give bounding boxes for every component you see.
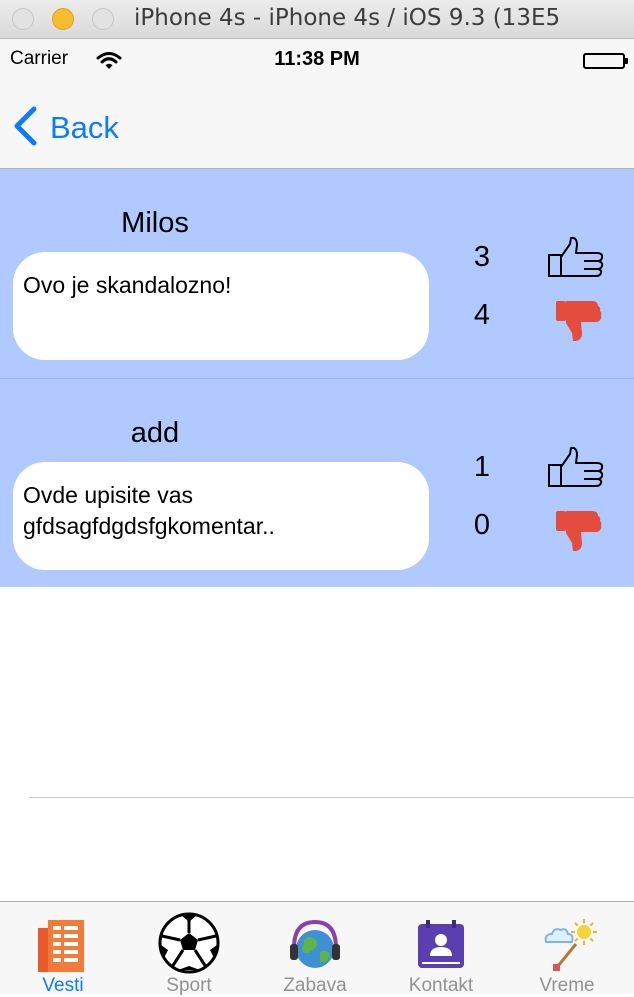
tab-sport[interactable]: Sport: [126, 902, 252, 996]
weather-icon: [534, 912, 600, 974]
status-bar: Carrier 11:38 PM: [0, 39, 634, 81]
minimize-window-button[interactable]: [52, 8, 74, 30]
tab-zabava[interactable]: Zabava: [252, 902, 378, 996]
tab-label: Vreme: [539, 975, 595, 996]
tab-label: Kontakt: [408, 975, 474, 996]
tab-label: Vesti: [42, 975, 84, 996]
tab-vesti[interactable]: Vesti: [0, 902, 126, 996]
comments-list: Milos Ovo je skandalozno! 3 4 add Ovde u…: [0, 169, 634, 587]
like-count: 3: [473, 241, 491, 273]
tab-kontakt[interactable]: Kontakt: [378, 902, 504, 996]
comment-author: add: [130, 417, 180, 449]
back-label: Back: [50, 110, 119, 145]
comment-text: Ovde upisite vas gfdsagfdgdsfgkomentar..: [23, 482, 275, 539]
soccer-ball-icon: [156, 912, 222, 974]
comment-author: Milos: [121, 207, 189, 239]
like-count: 1: [473, 451, 491, 483]
newspaper-icon: [30, 912, 96, 974]
window-title: iPhone 4s - iPhone 4s / iOS 9.3 (13E5: [134, 5, 561, 31]
comment-text: Ovo je skandalozno!: [23, 272, 232, 298]
thumbs-up-icon[interactable]: [546, 235, 606, 283]
battery-icon: [583, 53, 628, 69]
navigation-bar: Back: [0, 81, 634, 169]
globe-headphones-icon: [282, 912, 348, 974]
dislike-count: 4: [473, 299, 491, 331]
chevron-left-icon: [12, 106, 40, 150]
thumbs-up-icon[interactable]: [546, 445, 606, 493]
contact-card-icon: [408, 912, 474, 974]
comment-row: add Ovde upisite vas gfdsagfdgdsfgkoment…: [0, 378, 634, 588]
clock: 11:38 PM: [274, 48, 360, 70]
back-button[interactable]: Back: [12, 106, 119, 150]
tab-label: Zabava: [283, 975, 347, 996]
separator-line: [29, 797, 634, 798]
comment-bubble: Ovde upisite vas gfdsagfdgdsfgkomentar..: [13, 462, 429, 570]
tab-vreme[interactable]: Vreme: [504, 902, 630, 996]
close-window-button[interactable]: [12, 8, 34, 30]
dislike-count: 0: [473, 509, 491, 541]
simulator-titlebar: iPhone 4s - iPhone 4s / iOS 9.3 (13E5: [0, 0, 634, 39]
thumbs-down-icon[interactable]: [546, 297, 606, 349]
thumbs-down-icon[interactable]: [546, 507, 606, 559]
comment-bubble: Ovo je skandalozno!: [13, 252, 429, 360]
zoom-window-button[interactable]: [92, 8, 114, 30]
tab-bar: Vesti Sport Zabava Kontakt Vreme: [0, 901, 634, 996]
tab-label: Sport: [166, 975, 212, 996]
comment-row: Milos Ovo je skandalozno! 3 4: [0, 169, 634, 378]
